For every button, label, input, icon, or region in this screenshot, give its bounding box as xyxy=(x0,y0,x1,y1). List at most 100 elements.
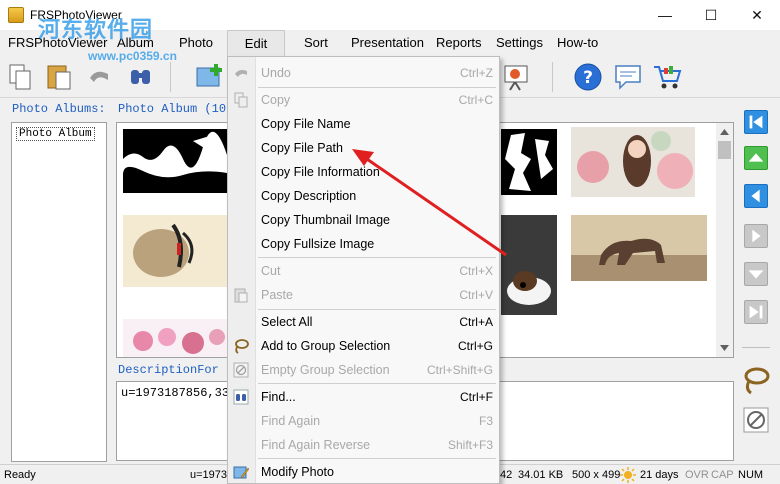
menu-item-label: Find Again xyxy=(261,414,321,428)
edit-menu-dropdown: Undo Ctrl+Z Copy Ctrl+C Copy File Name C… xyxy=(227,56,500,484)
menu-item-label: Copy File Name xyxy=(261,117,351,131)
lasso-icon xyxy=(235,339,249,354)
photo-album-label: Photo Album (10 xyxy=(118,102,227,116)
copy-icon xyxy=(234,92,248,108)
menu-how-to[interactable]: How-to xyxy=(551,30,604,56)
status-filesize: 34.01 KB xyxy=(518,469,564,481)
menu-modify-photo[interactable]: Modify Photo xyxy=(228,460,499,484)
status-index: 42 xyxy=(500,469,513,481)
menu-reports[interactable]: Reports xyxy=(430,30,488,56)
menu-cut[interactable]: Cut Ctrl+X xyxy=(228,259,499,283)
menu-item-label: Copy xyxy=(261,93,291,107)
menu-edit[interactable]: Edit xyxy=(227,30,285,56)
last-photo-icon[interactable] xyxy=(744,300,768,324)
next-photo-icon[interactable] xyxy=(744,224,768,248)
watermark-logo: 河东软件园 xyxy=(38,18,154,43)
photo-thumbnail[interactable] xyxy=(123,129,227,193)
find-icon xyxy=(233,389,249,405)
menu-presentation[interactable]: Presentation xyxy=(345,30,430,56)
find-icon[interactable] xyxy=(126,62,156,92)
paste-icon xyxy=(234,288,248,303)
edit-photo-icon xyxy=(233,466,249,479)
menu-copy-description[interactable]: Copy Description xyxy=(228,184,499,208)
undo-icon[interactable] xyxy=(84,62,114,92)
menu-item-label: Find... xyxy=(261,390,296,404)
minimize-button[interactable]: — xyxy=(642,0,688,30)
nav-separator xyxy=(742,347,770,348)
scrollbar-arrows xyxy=(718,129,731,351)
help-icon[interactable]: ? xyxy=(573,62,603,92)
lasso-icon[interactable] xyxy=(741,365,771,395)
menu-copy-file-name[interactable]: Copy File Name xyxy=(228,112,499,136)
menu-item-shortcut: Ctrl+X xyxy=(459,264,493,278)
menu-select-all[interactable]: Select All Ctrl+A xyxy=(228,310,499,334)
photo-thumbnail[interactable] xyxy=(123,319,227,358)
add-photo-icon[interactable] xyxy=(194,62,224,92)
clear-selection-icon[interactable] xyxy=(743,407,769,433)
svg-text:?: ? xyxy=(583,68,593,88)
toolbar-separator xyxy=(552,62,553,92)
menu-item-label: Add to Group Selection xyxy=(261,339,391,353)
status-ovr: OVR xyxy=(685,469,709,481)
album-list[interactable]: Photo Album xyxy=(11,122,107,462)
menu-item-label: Cut xyxy=(261,264,281,278)
menu-copy-file-information[interactable]: Copy File Information xyxy=(228,160,499,184)
menu-separator xyxy=(258,458,496,459)
menu-item-shortcut: Ctrl+F xyxy=(460,390,493,404)
undo-icon xyxy=(235,70,247,77)
albums-label: Photo Albums: xyxy=(12,102,106,116)
photo-thumbnail[interactable] xyxy=(571,215,707,281)
menu-photo[interactable]: Photo xyxy=(173,30,219,56)
menu-item-shortcut: Shift+F3 xyxy=(447,438,493,452)
menu-separator xyxy=(258,383,496,384)
shopping-cart-icon[interactable] xyxy=(652,62,682,92)
status-filename: u=1973 xyxy=(190,469,228,481)
menu-copy-file-path[interactable]: Copy File Path xyxy=(228,136,499,160)
photo-thumbnail[interactable] xyxy=(501,129,557,195)
photo-thumbnail[interactable] xyxy=(501,215,557,315)
menu-undo[interactable]: Undo Ctrl+Z xyxy=(228,61,499,85)
thumbnail-scrollbar[interactable] xyxy=(716,123,733,357)
menu-copy[interactable]: Copy Ctrl+C xyxy=(228,88,499,112)
presentation-icon[interactable] xyxy=(500,62,530,92)
close-button[interactable]: ✕ xyxy=(734,0,780,30)
menu-paste[interactable]: Paste Ctrl+V xyxy=(228,283,499,307)
paste-icon[interactable] xyxy=(44,62,74,92)
album-item[interactable]: Photo Album xyxy=(16,127,95,141)
menu-sort[interactable]: Sort xyxy=(298,30,334,56)
move-up-icon[interactable] xyxy=(744,146,768,170)
menu-add-to-group-selection[interactable]: Add to Group Selection Ctrl+G xyxy=(228,334,499,358)
menu-empty-group-selection[interactable]: Empty Group Selection Ctrl+Shift+G xyxy=(228,358,499,382)
comment-icon[interactable] xyxy=(613,62,643,92)
maximize-button[interactable]: ☐ xyxy=(688,0,734,30)
description-label: DescriptionFor xyxy=(118,363,219,377)
move-down-icon[interactable] xyxy=(744,262,768,286)
copy-icon[interactable] xyxy=(6,62,36,92)
menu-copy-fullsize-image[interactable]: Copy Fullsize Image xyxy=(228,232,499,256)
menu-copy-thumbnail-image[interactable]: Copy Thumbnail Image xyxy=(228,208,499,232)
sun-icon xyxy=(620,467,636,483)
photo-thumbnail[interactable] xyxy=(123,215,227,287)
menu-item-label: Copy Fullsize Image xyxy=(261,237,375,251)
menu-item-label: Copy Description xyxy=(261,189,357,203)
menu-item-label: Empty Group Selection xyxy=(261,363,390,377)
menu-item-shortcut: Ctrl+C xyxy=(458,93,493,107)
menu-item-label: Find Again Reverse xyxy=(261,438,371,452)
menu-find-again-reverse[interactable]: Find Again Reverse Shift+F3 xyxy=(228,433,499,457)
app-icon xyxy=(8,7,24,23)
description-text: u=1973187856,332 xyxy=(121,386,237,400)
menu-settings[interactable]: Settings xyxy=(490,30,549,56)
first-photo-icon[interactable] xyxy=(744,110,768,134)
menu-item-label: Select All xyxy=(261,315,313,329)
photo-thumbnail[interactable] xyxy=(571,127,695,197)
menu-item-label: Copy File Path xyxy=(261,141,343,155)
status-ready: Ready xyxy=(4,469,36,481)
menu-item-shortcut: Ctrl+G xyxy=(457,339,493,353)
menu-separator xyxy=(258,257,496,258)
menu-item-shortcut: Ctrl+Z xyxy=(460,66,493,80)
toolbar-separator xyxy=(170,62,171,92)
previous-photo-icon[interactable] xyxy=(744,184,768,208)
menu-find[interactable]: Find... Ctrl+F xyxy=(228,385,499,409)
menu-find-again[interactable]: Find Again F3 xyxy=(228,409,499,433)
menu-item-label: Modify Photo xyxy=(261,465,334,479)
